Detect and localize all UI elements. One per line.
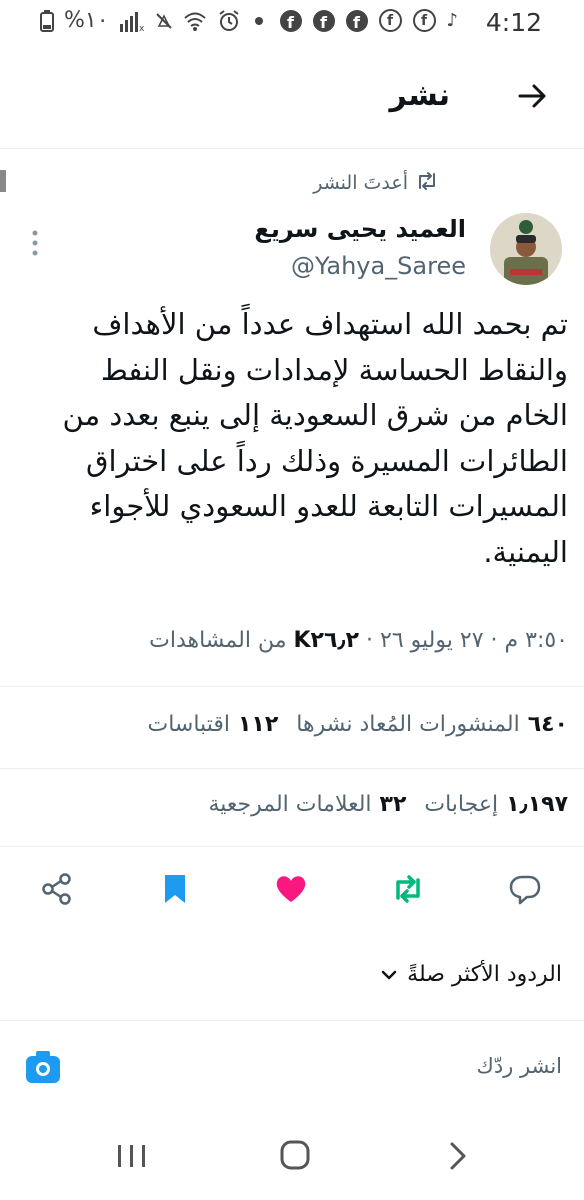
home-icon[interactable] xyxy=(280,1140,310,1170)
status-bar: %١٠ x f f f f f ♪ 4:12 xyxy=(0,0,584,44)
avatar-image xyxy=(490,213,562,285)
wifi-icon xyxy=(183,12,206,31)
replies-sort[interactable]: الردود الأكثر صلةً xyxy=(381,962,562,987)
more-options-icon[interactable] xyxy=(28,228,42,258)
tweet-line: الخام من شرق السعودية إلى ينبع بعدد من xyxy=(62,398,569,432)
scroll-indicator xyxy=(0,170,6,192)
author-handle[interactable]: @Yahya_Saree xyxy=(291,252,466,280)
likes-label: إعجابات xyxy=(424,792,499,817)
tiktok-icon: ♪ xyxy=(446,10,459,31)
reposts-count: ٦٤٠ xyxy=(527,712,568,737)
share-icon[interactable] xyxy=(40,872,74,906)
battery-icon xyxy=(40,9,54,32)
bookmarks-stat[interactable]: ٣٢ العلامات المرجعية xyxy=(208,792,406,817)
tweet-date: ٢٧ يوليو ٢٦ xyxy=(380,628,484,653)
likes-stat[interactable]: ١٫١٩٧ إعجابات xyxy=(424,792,568,817)
reposts-label: المنشورات المُعاد نشرها xyxy=(296,712,520,737)
tweet-time: ٣:٥٠ م xyxy=(504,628,569,653)
status-icons-left: %١٠ x xyxy=(40,8,241,33)
quotes-stat[interactable]: ١١٢ اقتباسات xyxy=(148,712,279,737)
facebook-outline-icon: f xyxy=(378,9,402,32)
tweet-line: الطائرات المسيرة وذلك رداً على اختراق xyxy=(85,443,568,478)
tweet-line: المسيرات التابعة للعدو السعودي للأجواء xyxy=(89,489,568,523)
likes-count: ١٫١٩٧ xyxy=(506,792,568,817)
nav-back-icon[interactable] xyxy=(446,1141,470,1171)
status-time: 4:12 xyxy=(485,8,542,37)
repost-label: أعدتَ النشر xyxy=(313,172,408,194)
views-count: K٢٦٫٢ xyxy=(293,628,360,653)
battery-percent: %١٠ xyxy=(64,8,109,33)
quotes-count: ١١٢ xyxy=(237,712,279,737)
tweet-text: تم بحمد الله استهداف عدداً من الأهداف وا… xyxy=(16,302,569,575)
repost-small-icon xyxy=(419,172,435,190)
tweet-line: والنقاط الحساسة لإمدادات ونقل النفط xyxy=(100,352,568,387)
bookmark-icon[interactable] xyxy=(158,872,192,906)
replies-sort-label: الردود الأكثر صلةً xyxy=(407,962,562,987)
signal-icon: x xyxy=(119,11,145,32)
alarm-icon xyxy=(218,9,239,31)
like-icon[interactable] xyxy=(274,872,308,906)
chevron-down-icon xyxy=(381,970,397,979)
back-arrow-icon[interactable] xyxy=(516,80,548,112)
tweet-line: اليمنية. xyxy=(483,534,568,569)
camera-icon[interactable] xyxy=(24,1048,62,1086)
reply-input[interactable]: انشر ردّك xyxy=(477,1054,562,1078)
recents-icon[interactable] xyxy=(115,1142,149,1170)
reposts-stat[interactable]: ٦٤٠ المنشورات المُعاد نشرها xyxy=(296,712,568,737)
header-divider xyxy=(0,148,584,149)
svg-text:x: x xyxy=(139,24,145,32)
tweet-meta: ٣:٥٠ م · ٢٧ يوليو ٢٦ · K٢٦٫٢ من المشاهدا… xyxy=(149,628,568,653)
views-label: من المشاهدات xyxy=(149,628,287,653)
notification-icons: f f f f f ♪ xyxy=(254,9,459,32)
divider xyxy=(0,686,584,687)
divider xyxy=(0,846,584,847)
dot-icon xyxy=(254,16,263,25)
avatar[interactable] xyxy=(490,213,562,285)
author-name[interactable]: العميد يحيى سريع xyxy=(254,215,466,243)
page-title: نشر xyxy=(389,78,450,113)
mute-icon xyxy=(155,12,172,29)
divider xyxy=(0,1020,584,1021)
facebook-icon: f xyxy=(312,9,335,32)
facebook-icon: f xyxy=(345,9,368,32)
reply-icon[interactable] xyxy=(508,872,542,906)
bookmarks-label: العلامات المرجعية xyxy=(208,792,372,817)
quotes-label: اقتباسات xyxy=(147,712,230,737)
bookmarks-count: ٣٢ xyxy=(379,792,407,817)
stats-row-reposts: ٦٤٠ المنشورات المُعاد نشرها ١١٢ اقتباسات xyxy=(148,712,569,737)
facebook-icon: f xyxy=(279,9,302,32)
divider xyxy=(0,768,584,769)
facebook-outline-icon: f xyxy=(412,9,436,32)
tweet-line: تم بحمد الله استهداف عدداً من الأهداف xyxy=(92,307,568,341)
repost-icon[interactable] xyxy=(391,872,425,906)
stats-row-likes: ١٫١٩٧ إعجابات ٣٢ العلامات المرجعية xyxy=(208,792,568,817)
